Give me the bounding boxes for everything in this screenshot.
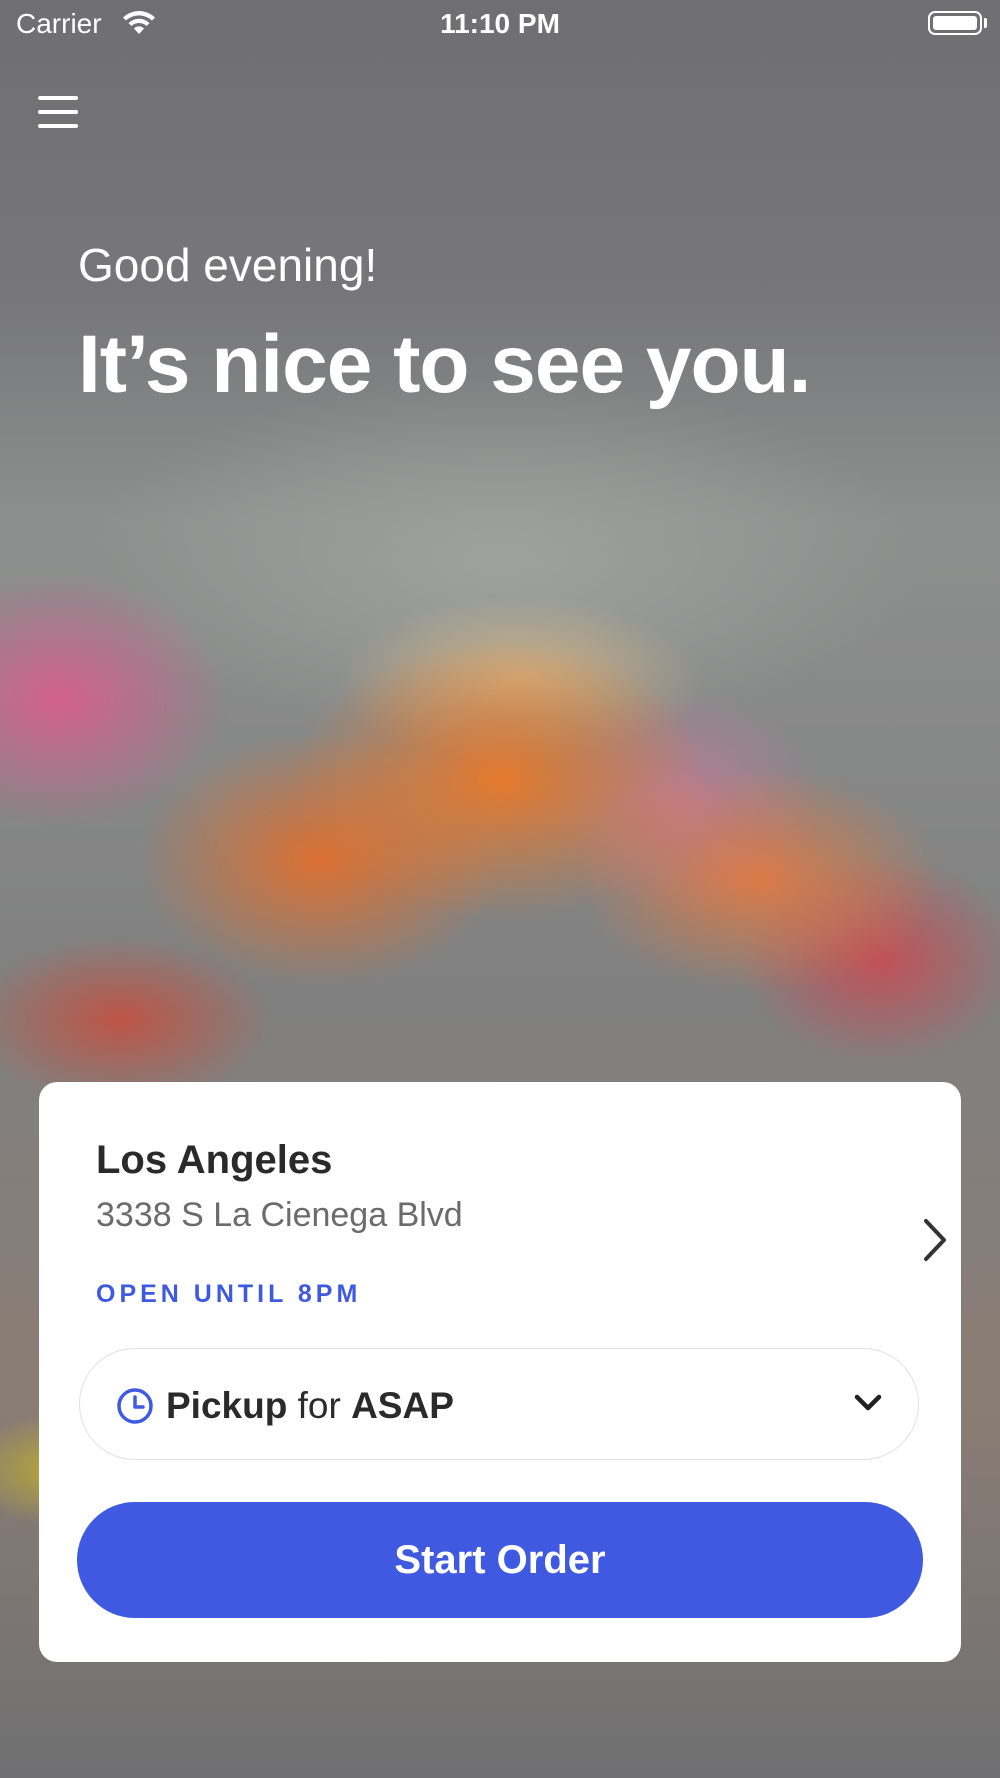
greeting-text: Good evening!: [78, 239, 378, 291]
location-address: 3338 S La Cienega Blvd: [96, 1196, 463, 1234]
pickup-mode: Pickup: [166, 1385, 288, 1426]
hamburger-menu-icon[interactable]: [38, 94, 78, 130]
chevron-right-icon: [922, 1218, 948, 1267]
battery-icon: [928, 11, 982, 35]
pickup-connector: for: [297, 1385, 341, 1426]
start-order-button[interactable]: Start Order: [77, 1502, 923, 1618]
clock-icon: [116, 1387, 154, 1430]
status-bar: Carrier 11:10 PM: [0, 0, 1000, 50]
location-city: Los Angeles: [96, 1138, 333, 1182]
pickup-time: ASAP: [351, 1385, 454, 1426]
location-selector[interactable]: Los Angeles 3338 S La Cienega Blvd: [96, 1138, 946, 1261]
pickup-summary: Pickup for ASAP: [166, 1385, 454, 1427]
headline-text: It’s nice to see you.: [78, 319, 811, 410]
pickup-time-dropdown[interactable]: Pickup for ASAP: [79, 1348, 919, 1460]
chevron-down-icon: [852, 1391, 884, 1420]
location-card: Los Angeles 3338 S La Cienega Blvd OPEN …: [39, 1082, 961, 1662]
open-hours-label: OPEN UNTIL 8PM: [96, 1280, 362, 1308]
battery-tip: [984, 18, 987, 28]
status-time: 11:10 PM: [440, 8, 560, 39]
